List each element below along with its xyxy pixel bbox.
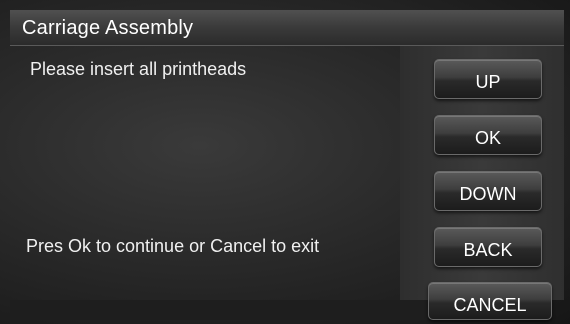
instruction-text: Please insert all printheads (30, 59, 247, 79)
title-bar: Carriage Assembly (10, 10, 564, 46)
bottom-strip (10, 300, 430, 320)
cancel-button[interactable]: CANCEL (428, 282, 552, 320)
down-button[interactable]: DOWN (434, 171, 542, 211)
ok-button[interactable]: OK (434, 115, 542, 155)
printer-screen: Carriage Assembly Please insert all prin… (0, 0, 570, 324)
message-area: Please insert all printheads Pres Ok to … (10, 46, 400, 300)
prompt-text: Pres Ok to continue or Cancel to exit (26, 236, 320, 256)
window-title: Carriage Assembly (22, 17, 194, 39)
back-button[interactable]: BACK (434, 227, 542, 267)
up-button[interactable]: UP (434, 59, 542, 99)
